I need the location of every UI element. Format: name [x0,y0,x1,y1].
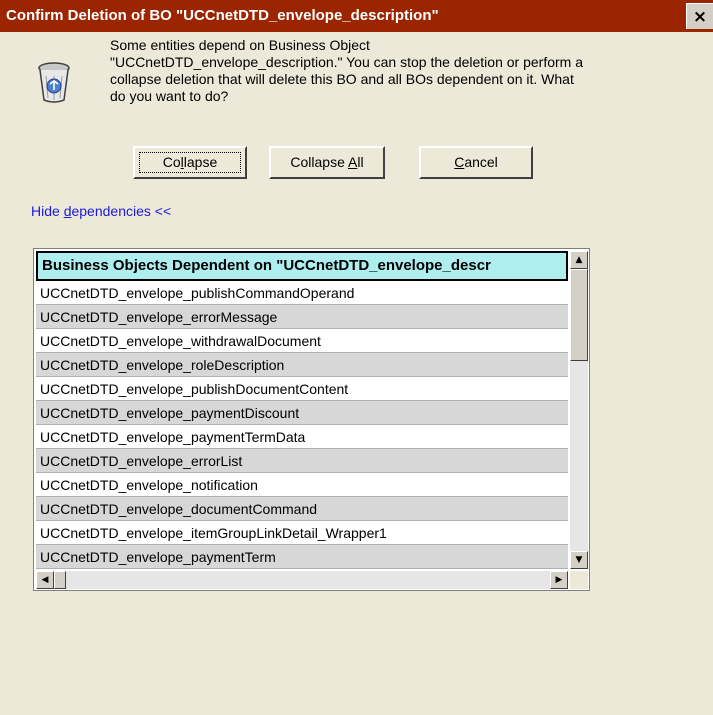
horizontal-scroll-thumb[interactable] [54,571,66,589]
table-row[interactable]: UCCnetDTD_envelope_paymentTerm [36,545,568,569]
table-row[interactable]: UCCnetDTD_envelope_publishCommandOperand [36,281,568,305]
confirmation-message: Some entities depend on Business Object … [110,37,583,104]
scrollbar-corner [570,571,588,589]
table-row[interactable]: UCCnetDTD_envelope_documentCommand [36,497,568,521]
table-row[interactable]: UCCnetDTD_envelope_paymentTermData [36,425,568,449]
vertical-scroll-thumb[interactable] [570,269,588,361]
close-button[interactable]: × [686,3,713,29]
vertical-scrollbar[interactable]: ▲ ▼ [570,251,588,569]
scroll-right-icon[interactable]: ▶ [550,571,568,589]
window-title: Confirm Deletion of BO "UCCnetDTD_envelo… [6,7,439,24]
horizontal-scrollbar[interactable]: ◀ ▶ [36,571,568,589]
collapse-all-button-label: Collapse All [290,154,364,170]
collapse-button-label: Collapse [162,154,218,170]
table-rows: UCCnetDTD_envelope_publishCommandOperand… [36,281,568,569]
table-row[interactable]: UCCnetDTD_envelope_notification [36,473,568,497]
collapse-all-button[interactable]: Collapse All [269,146,385,179]
scroll-left-icon[interactable]: ◀ [36,571,54,589]
collapse-button[interactable]: Collapse [133,146,247,179]
recycle-bin-icon [38,62,70,103]
scroll-down-icon[interactable]: ▼ [570,551,588,569]
table-row[interactable]: UCCnetDTD_envelope_paymentDiscount [36,401,568,425]
hide-dependencies-link[interactable]: Hide dependencies << [31,203,171,219]
table-row[interactable]: UCCnetDTD_envelope_errorList [36,449,568,473]
table-row[interactable]: UCCnetDTD_envelope_itemGroupLinkDetail_W… [36,521,568,545]
cancel-button[interactable]: Cancel [419,146,533,179]
table-header[interactable]: Business Objects Dependent on "UCCnetDTD… [36,251,568,281]
cancel-button-label: Cancel [454,154,498,170]
table-row[interactable]: UCCnetDTD_envelope_withdrawalDocument [36,329,568,353]
scroll-up-icon[interactable]: ▲ [570,251,588,269]
title-bar: Confirm Deletion of BO "UCCnetDTD_envelo… [0,0,713,32]
table-row[interactable]: UCCnetDTD_envelope_errorMessage [36,305,568,329]
table-row[interactable]: UCCnetDTD_envelope_roleDescription [36,353,568,377]
dependents-table[interactable]: Business Objects Dependent on "UCCnetDTD… [33,248,590,591]
table-row[interactable]: UCCnetDTD_envelope_publishDocumentConten… [36,377,568,401]
